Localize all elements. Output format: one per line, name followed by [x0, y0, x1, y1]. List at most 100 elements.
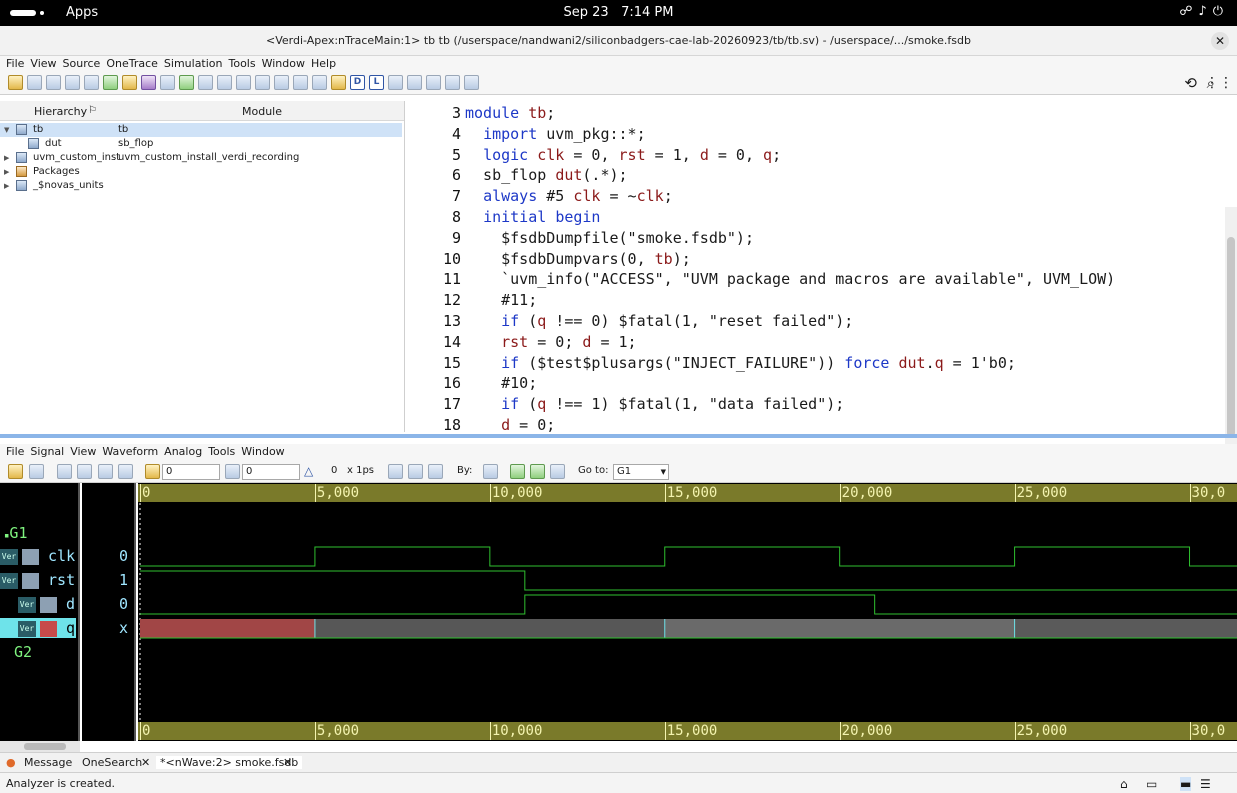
system-tray[interactable]: ☍♪⏻ — [1179, 4, 1229, 19]
wave-menu-analog[interactable]: Analog — [164, 444, 202, 460]
add-signal-icon[interactable] — [29, 464, 44, 479]
pane-splitter[interactable] — [0, 434, 1237, 438]
down-arrow-icon[interactable] — [198, 75, 213, 90]
fanin-icon[interactable] — [407, 75, 422, 90]
wave-menu-view[interactable]: View — [70, 444, 96, 460]
signal-horizontal-scrollbar[interactable] — [0, 741, 80, 752]
scroll-thumb[interactable] — [1227, 237, 1235, 437]
prev-edge-icon[interactable] — [510, 464, 525, 479]
first-edge-icon[interactable] — [550, 464, 565, 479]
chevron-down-icon: ▼ — [660, 468, 666, 476]
settings-gear-icon[interactable] — [141, 75, 156, 90]
new-window-icon[interactable] — [27, 75, 42, 90]
cursor-time-input[interactable]: 0 — [162, 464, 220, 480]
module-column-header[interactable]: Module — [242, 105, 282, 118]
menu-source[interactable]: Source — [63, 56, 101, 72]
cursor-pointer-icon[interactable] — [145, 464, 160, 479]
menu-simulation[interactable]: Simulation — [164, 56, 223, 72]
copy-icon[interactable] — [98, 464, 113, 479]
waveform-canvas[interactable] — [138, 483, 1237, 741]
open-folder-icon[interactable] — [8, 464, 23, 479]
zoom-out-icon[interactable] — [388, 464, 403, 479]
zoom-fit-icon[interactable] — [428, 464, 443, 479]
wave-menu-waveform[interactable]: Waveform — [102, 444, 158, 460]
paste-icon[interactable] — [312, 75, 327, 90]
hierarchy-row-dut[interactable]: dut sb_flop — [0, 137, 402, 151]
tab-close-icon[interactable]: ✕ — [283, 756, 292, 769]
expand-arrow-icon[interactable]: ▶ — [4, 165, 9, 179]
up-circle-icon[interactable] — [255, 75, 270, 90]
signal-d[interactable]: Ver d — [18, 594, 75, 614]
marker-time-input[interactable]: 0 — [242, 464, 300, 480]
menu-file[interactable]: File — [6, 56, 24, 72]
window-icon[interactable]: ▭ — [1146, 777, 1157, 791]
group-g2[interactable]: G2 — [14, 642, 32, 662]
uvm-icon[interactable] — [426, 75, 441, 90]
goto-group-select[interactable]: G1 ▼ — [613, 464, 669, 480]
source-code-panel[interactable]: 3 module tb; 4 import uvm_pkg::*; 5 logic c… — [407, 101, 1237, 527]
paste-icon[interactable] — [118, 464, 133, 479]
list-icon[interactable] — [65, 75, 80, 90]
hierarchy-row-tb[interactable]: ▼ tb tb — [0, 123, 402, 137]
scroll-thumb[interactable] — [24, 743, 66, 750]
history-icon[interactable]: ⟲ — [1184, 74, 1197, 92]
zoom-in-icon[interactable] — [408, 464, 423, 479]
up-arrow-icon[interactable] — [179, 75, 194, 90]
menu-onetrace[interactable]: OneTrace — [106, 56, 158, 72]
cut-icon[interactable] — [77, 464, 92, 479]
highlight-icon[interactable] — [331, 75, 346, 90]
copy-icon[interactable] — [293, 75, 308, 90]
hierarchy-row-packages[interactable]: ▶ Packages — [0, 165, 402, 179]
time-ruler-bottom[interactable]: 0 5,000 10,000 15,000 20,000 25,000 30,0 — [138, 722, 1237, 740]
back-arrow-icon[interactable] — [217, 75, 232, 90]
layout-toggle-icon[interactable]: ▬ — [1180, 777, 1192, 791]
open-folder-icon[interactable] — [8, 75, 23, 90]
ams-icon[interactable] — [464, 75, 479, 90]
marker-icon[interactable] — [225, 464, 240, 479]
expand-arrow-icon[interactable]: ▶ — [4, 179, 9, 193]
tab-nwave-active[interactable]: *<nWave:2> smoke.fsdb — [156, 756, 303, 769]
layout-icon[interactable] — [46, 75, 61, 90]
search-by-icon[interactable] — [483, 464, 498, 479]
hierarchy-row-novas-units[interactable]: ▶ _$novas_units — [0, 179, 402, 193]
home-icon[interactable]: ⌂ — [1120, 777, 1128, 791]
wave-menu-file[interactable]: File — [6, 444, 24, 460]
document-icon[interactable] — [84, 75, 99, 90]
signal-rst[interactable]: Ver rst — [0, 570, 75, 590]
tab-close-icon[interactable]: ✕ — [141, 756, 150, 769]
add-icon[interactable] — [103, 75, 118, 90]
hierarchy-row-uvm-custom[interactable]: ▶ uvm_custom_inst uvm_custom_install_verdi… — [0, 151, 402, 165]
hierarchy-column-header[interactable]: Hierarchy — [34, 105, 87, 118]
fanout-icon[interactable] — [388, 75, 403, 90]
collapse-arrow-icon[interactable]: ▼ — [4, 123, 9, 137]
expand-arrow-icon[interactable]: ▶ — [4, 151, 9, 165]
close-icon[interactable]: ✕ — [1211, 32, 1229, 50]
menu-window[interactable]: Window — [262, 56, 305, 72]
menu-tools[interactable]: Tools — [229, 56, 256, 72]
tab-onesearch[interactable]: OneSearch — [82, 756, 142, 769]
delta-icon[interactable]: △ — [304, 464, 313, 478]
signal-q-selected[interactable]: Ver q — [0, 618, 76, 638]
undo-icon[interactable] — [57, 464, 72, 479]
down-circle-icon[interactable] — [274, 75, 289, 90]
group-g1[interactable]: ▪G1 — [4, 523, 27, 543]
forward-arrow-icon[interactable] — [236, 75, 251, 90]
trace-icon[interactable] — [160, 75, 175, 90]
wave-menu-signal[interactable]: Signal — [30, 444, 64, 460]
next-edge-icon[interactable] — [530, 464, 545, 479]
wave-menu-window[interactable]: Window — [241, 444, 284, 460]
driver-d-icon[interactable]: D — [350, 75, 365, 90]
load-l-icon[interactable]: L — [369, 75, 384, 90]
menu-help[interactable]: Help — [311, 56, 336, 72]
filter-icon[interactable]: ⚐ — [88, 105, 97, 116]
wave-menu-tools[interactable]: Tools — [208, 444, 235, 460]
signal-clk[interactable]: Ver clk — [0, 546, 75, 566]
monitor-icon[interactable] — [445, 75, 460, 90]
clock[interactable]: Sep 23 7:14 PM — [0, 5, 1237, 20]
tab-message[interactable]: Message — [24, 756, 72, 769]
edit-pen-icon[interactable] — [122, 75, 137, 90]
waveform-panel[interactable]: 0 5,000 10,000 15,000 20,000 25,000 30,0 0 5,00… — [138, 483, 1237, 741]
grid-menu-icon[interactable]: ⋮⋮ — [1205, 75, 1233, 91]
list-toggle-icon[interactable]: ☰ — [1200, 777, 1211, 791]
menu-view[interactable]: View — [30, 56, 56, 72]
